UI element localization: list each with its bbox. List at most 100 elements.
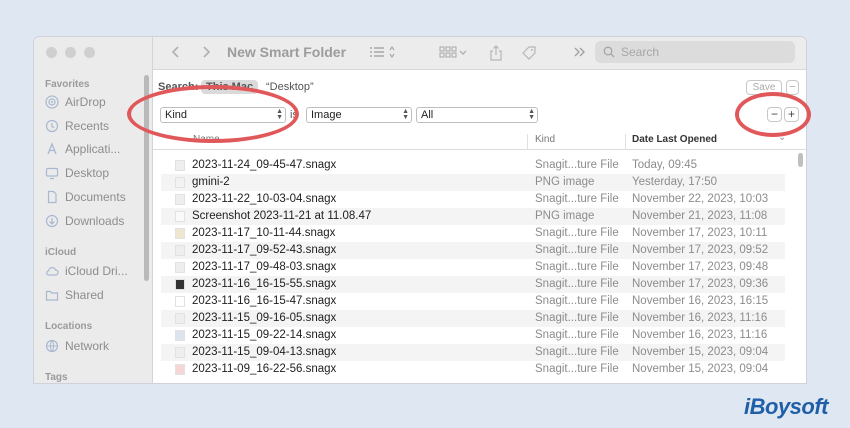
file-icon [175,262,185,273]
file-name: 2023-11-16_16-15-55.snagx [192,278,337,290]
file-name: 2023-11-09_16-22-56.snagx [192,363,337,375]
file-icon [175,364,185,375]
file-kind: Snagit...ture File [535,346,619,358]
file-date: November 17, 2023, 09:52 [632,244,769,256]
sidebar-section-favorites: Favorites [45,79,90,90]
file-date: November 15, 2023, 09:04 [632,363,769,375]
brand-watermark: iBoysoft [744,394,829,419]
table-row[interactable]: 2023-11-15_09-16-05.snagx Snagit...ture … [161,310,785,327]
table-row[interactable]: 2023-11-17_09-48-03.snagx Snagit...ture … [161,259,785,276]
column-kind[interactable]: Kind [535,134,555,145]
tag-icon [522,46,536,60]
file-name: 2023-11-15_09-04-13.snagx [192,346,337,358]
search-input[interactable]: Search [595,41,795,63]
file-kind: PNG image [535,176,595,188]
chevron-right-icon [203,46,211,58]
column-divider [527,134,528,150]
shared-folder-icon [45,290,59,301]
grid-icon [439,46,467,58]
group-button[interactable] [439,45,469,62]
clock-icon [45,119,59,133]
file-name: 2023-11-17_09-52-43.snagx [192,244,337,256]
annotation-ring-criteria [127,85,299,143]
criteria-value: Image [311,109,342,121]
sidebar-item-airdrop[interactable]: AirDrop [45,95,106,109]
file-date: Yesterday, 17:50 [632,176,718,188]
column-date-last-opened[interactable]: Date Last Opened [632,134,717,145]
applications-icon [47,142,57,155]
list-scrollbar[interactable] [798,153,803,167]
table-row[interactable]: 2023-11-15_09-22-14.snagx Snagit...ture … [161,327,785,344]
file-name: 2023-11-15_09-22-14.snagx [192,329,337,341]
table-row[interactable]: Screenshot 2023-11-21 at 11.08.47 PNG im… [161,208,785,225]
annotation-ring-add-remove [735,92,811,137]
share-button[interactable] [489,45,503,64]
table-row[interactable]: 2023-11-17_10-11-44.snagx Snagit...ture … [161,225,785,242]
file-date: November 16, 2023, 11:16 [632,312,768,324]
share-icon [490,45,502,61]
sidebar-item-icloud-drive[interactable]: iCloud Dri... [45,264,128,278]
criteria-filter-select[interactable]: All ▲ ▼ [416,107,538,123]
sidebar-item-downloads[interactable]: Downloads [45,214,124,228]
file-icon [175,330,185,341]
file-icon [175,296,185,307]
search-placeholder: Search [621,45,660,59]
criteria-value-select[interactable]: Image ▲ ▼ [306,107,412,123]
table-row[interactable]: 2023-11-09_16-22-56.snagx Snagit...ture … [161,361,785,378]
forward-button[interactable] [201,45,211,62]
table-row[interactable]: 2023-11-22_10-03-04.snagx Snagit...ture … [161,191,785,208]
table-row[interactable]: 2023-11-15_09-04-13.snagx Snagit...ture … [161,344,785,361]
file-kind: Snagit...ture File [535,312,619,324]
table-row[interactable]: gmini-2 PNG image Yesterday, 17:50 [161,174,785,191]
sidebar-item-label: Network [65,339,110,353]
minimize-window-button[interactable] [65,47,76,58]
file-kind: PNG image [535,210,595,222]
back-button[interactable] [171,45,181,62]
remove-search-button[interactable]: − [786,80,799,95]
file-name: 2023-11-17_09-48-03.snagx [192,261,337,273]
sidebar-item-label: Desktop [65,166,110,180]
file-date: November 17, 2023, 09:36 [632,278,769,290]
file-icon [175,347,185,358]
image-file-icon [175,211,185,222]
airdrop-icon [45,95,59,109]
sidebar-item-desktop[interactable]: Desktop [45,166,109,180]
close-window-button[interactable] [46,47,57,58]
file-icon [175,245,185,256]
sidebar-item-documents[interactable]: Documents [45,190,126,204]
file-icon [175,313,185,324]
sidebar-item-network[interactable]: Network [45,339,109,353]
tag-button[interactable] [521,45,537,64]
sidebar-item-shared[interactable]: Shared [45,288,104,302]
file-date: November 17, 2023, 10:11 [632,227,768,239]
sidebar-item-label: Shared [65,288,104,302]
sidebar-section-tags: Tags [45,372,68,383]
file-date: Today, 09:45 [632,159,698,171]
sidebar: Favorites AirDrop Recents Applicati... D… [34,37,153,383]
sidebar-item-applications[interactable]: Applicati... [45,142,120,156]
file-name: Screenshot 2023-11-21 at 11.08.47 [192,210,372,222]
zoom-window-button[interactable] [84,47,95,58]
file-kind: Snagit...ture File [535,159,619,171]
file-kind: Snagit...ture File [535,244,619,256]
sidebar-section-icloud: iCloud [45,247,77,258]
view-list-button[interactable] [369,45,399,62]
table-row[interactable]: 2023-11-17_09-52-43.snagx Snagit...ture … [161,242,785,259]
desktop-icon [45,167,59,180]
file-icon [175,279,185,290]
table-row[interactable]: 2023-11-16_16-15-55.snagx Snagit...ture … [161,276,785,293]
file-list: 2023-11-24_09-45-47.snagx Snagit...ture … [161,157,785,378]
table-row[interactable]: 2023-11-16_16-15-47.snagx Snagit...ture … [161,293,785,310]
table-row[interactable]: 2023-11-24_09-45-47.snagx Snagit...ture … [161,157,785,174]
file-kind: Snagit...ture File [535,193,619,205]
document-icon [47,190,57,204]
sidebar-section-locations: Locations [45,321,93,332]
sidebar-item-recents[interactable]: Recents [45,119,109,133]
file-date: November 16, 2023, 16:15 [632,295,769,307]
network-icon [45,339,59,353]
download-icon [45,214,59,228]
file-kind: Snagit...ture File [535,329,619,341]
more-toolbar-button[interactable] [573,45,587,62]
file-kind: Snagit...ture File [535,227,619,239]
file-kind: Snagit...ture File [535,278,619,290]
